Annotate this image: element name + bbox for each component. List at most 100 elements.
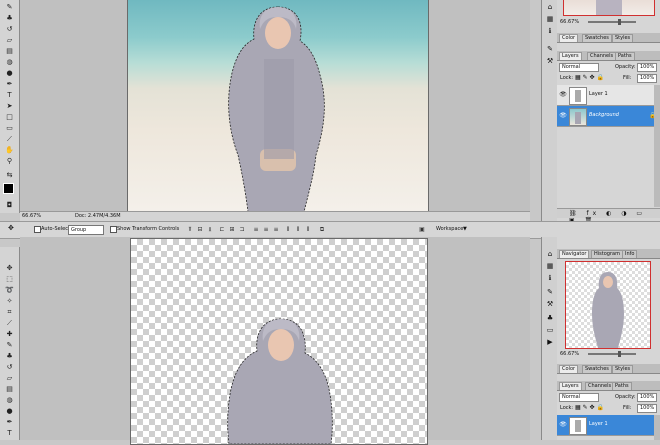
show-transform-checkbox[interactable]: [110, 226, 117, 233]
eraser-tool-icon[interactable]: ▱: [4, 35, 15, 45]
navigator-zoom-knob[interactable]: [618, 351, 621, 357]
gradient-tool-icon[interactable]: ▤: [4, 46, 15, 56]
workspace-button[interactable]: Workspace: [436, 226, 463, 232]
marquee-tool-icon[interactable]: ⬚: [4, 274, 15, 284]
eye-icon[interactable]: 👁: [559, 112, 567, 120]
healing-brush-tool-icon[interactable]: ✚: [4, 329, 15, 339]
tab-styles[interactable]: Styles: [612, 34, 634, 42]
navigator-zoom-knob[interactable]: [618, 19, 621, 25]
layers-scrollbar[interactable]: [654, 415, 660, 440]
document-image-beach[interactable]: [127, 0, 429, 213]
tab-layers[interactable]: Layers: [559, 52, 582, 60]
eye-icon[interactable]: 👁: [559, 421, 567, 429]
dodge-tool-icon[interactable]: ●: [4, 68, 15, 78]
auto-align-icon[interactable]: ⧉: [318, 226, 326, 233]
document-image-transparent[interactable]: [130, 238, 428, 445]
tab-paths[interactable]: Paths: [612, 382, 632, 390]
workspace-icon[interactable]: ▣: [418, 226, 426, 233]
distribute-top-icon[interactable]: ≡: [252, 226, 260, 233]
eye-icon[interactable]: 👁: [559, 91, 567, 99]
histogram-dock-icon[interactable]: ▦: [545, 14, 555, 24]
align-hcenter-icon[interactable]: ⊞: [228, 226, 236, 233]
navigator-zoom-slider[interactable]: [588, 21, 636, 23]
move-tool-icon[interactable]: ✥: [8, 224, 14, 232]
auto-select-dropdown[interactable]: Group: [68, 225, 104, 235]
path-selection-tool-icon[interactable]: ➤: [4, 101, 15, 111]
align-left-icon[interactable]: ⊏: [218, 226, 226, 233]
zoom-level[interactable]: 66.67%: [22, 213, 41, 219]
quick-selection-tool-icon[interactable]: ✧: [4, 296, 15, 306]
layer-row-background[interactable]: 👁 Background 🔒: [557, 106, 660, 127]
tool-presets-dock-icon[interactable]: ⚒: [545, 299, 555, 309]
align-vcenter-icon[interactable]: ⊟: [196, 226, 204, 233]
notes-tool-icon[interactable]: ▭: [4, 123, 15, 133]
fill-field[interactable]: 100%: [637, 404, 657, 413]
info-dock-icon[interactable]: ℹ: [545, 273, 555, 283]
brush-tool-icon[interactable]: ✎: [4, 340, 15, 350]
brushes-dock-icon[interactable]: ✎: [545, 287, 555, 297]
tab-channels[interactable]: Channels: [585, 382, 615, 390]
tab-swatches[interactable]: Swatches: [582, 34, 612, 42]
navigator-zoom[interactable]: 66.67%: [560, 351, 579, 357]
gradient-tool-icon[interactable]: ▤: [4, 384, 15, 394]
distribute-bottom-icon[interactable]: ≡: [272, 226, 280, 233]
zoom-tool-icon[interactable]: ⚲: [4, 156, 15, 166]
workspace-chevron-down-icon[interactable]: ▼: [463, 226, 467, 232]
distribute-vcenter-icon[interactable]: ≡: [262, 226, 270, 233]
brush-tool-icon[interactable]: ✎: [4, 2, 15, 12]
distribute-right-icon[interactable]: ⫴: [304, 226, 312, 233]
blend-mode-select[interactable]: Normal: [559, 63, 599, 72]
tool-presets-dock-icon[interactable]: ⚒: [545, 56, 555, 66]
align-bottom-icon[interactable]: ⫫: [206, 226, 214, 233]
tab-layers[interactable]: Layers: [559, 382, 582, 390]
eraser-tool-icon[interactable]: ▱: [4, 373, 15, 383]
clone-source-dock-icon[interactable]: ♣: [545, 313, 555, 323]
eyedropper-tool-icon[interactable]: ⟋: [4, 318, 15, 328]
clone-stamp-tool-icon[interactable]: ♣: [4, 13, 15, 23]
brushes-dock-icon[interactable]: ✎: [545, 44, 555, 54]
info-dock-icon[interactable]: ℹ: [545, 26, 555, 36]
layer-row-layer-1[interactable]: 👁 Layer 1: [557, 85, 660, 106]
type-tool-icon[interactable]: T: [4, 428, 15, 438]
opacity-field[interactable]: 100%: [637, 63, 657, 72]
history-brush-tool-icon[interactable]: ↺: [4, 24, 15, 34]
tab-color[interactable]: Color: [559, 365, 579, 373]
layer-name[interactable]: Background: [589, 112, 619, 118]
type-tool-icon[interactable]: T: [4, 90, 15, 100]
foreground-color-swatch[interactable]: [3, 183, 14, 194]
swap-colors-icon[interactable]: ⇆: [4, 170, 15, 180]
pen-tool-icon[interactable]: ✒: [4, 79, 15, 89]
tab-histogram[interactable]: Histogram: [591, 250, 623, 258]
rectangle-tool-icon[interactable]: □: [4, 112, 15, 122]
align-right-icon[interactable]: ⊐: [238, 226, 246, 233]
align-top-icon[interactable]: ⫪: [186, 226, 194, 233]
blur-tool-icon[interactable]: ◍: [4, 57, 15, 67]
tab-styles[interactable]: Styles: [612, 365, 634, 373]
hand-tool-icon[interactable]: ✋: [4, 145, 15, 155]
blend-mode-select[interactable]: Normal: [559, 393, 599, 402]
tab-paths[interactable]: Paths: [615, 52, 635, 60]
crop-tool-icon[interactable]: ⌗: [4, 307, 15, 317]
move-tool-icon[interactable]: ✥: [4, 263, 15, 273]
navigator-zoom-slider[interactable]: [588, 353, 636, 355]
tab-channels[interactable]: Channels: [587, 52, 617, 60]
auto-select-checkbox[interactable]: [34, 226, 41, 233]
eyedropper-tool-icon[interactable]: ⟋: [4, 134, 15, 144]
lock-icons[interactable]: ▦ ✎ ✥ 🔒: [575, 404, 604, 411]
pen-tool-icon[interactable]: ✒: [4, 417, 15, 427]
blur-tool-icon[interactable]: ◍: [4, 395, 15, 405]
layers-scrollbar[interactable]: [654, 85, 660, 207]
navigator-dock-icon[interactable]: ⌂: [545, 2, 555, 12]
actions-dock-icon[interactable]: ▶: [545, 337, 555, 347]
lock-icons[interactable]: ▦ ✎ ✥ 🔒: [575, 74, 604, 81]
tab-swatches[interactable]: Swatches: [582, 365, 612, 373]
navigator-preview[interactable]: [565, 261, 651, 349]
tab-navigator[interactable]: Navigator: [559, 250, 590, 258]
opacity-field[interactable]: 100%: [637, 393, 657, 402]
tab-color[interactable]: Color: [559, 34, 579, 42]
histogram-dock-icon[interactable]: ▦: [545, 261, 555, 271]
clone-stamp-tool-icon[interactable]: ♣: [4, 351, 15, 361]
layer-name[interactable]: Layer 1: [589, 91, 608, 97]
navigator-zoom[interactable]: 66.67%: [560, 19, 579, 25]
distribute-hcenter-icon[interactable]: ⫴: [294, 226, 302, 233]
